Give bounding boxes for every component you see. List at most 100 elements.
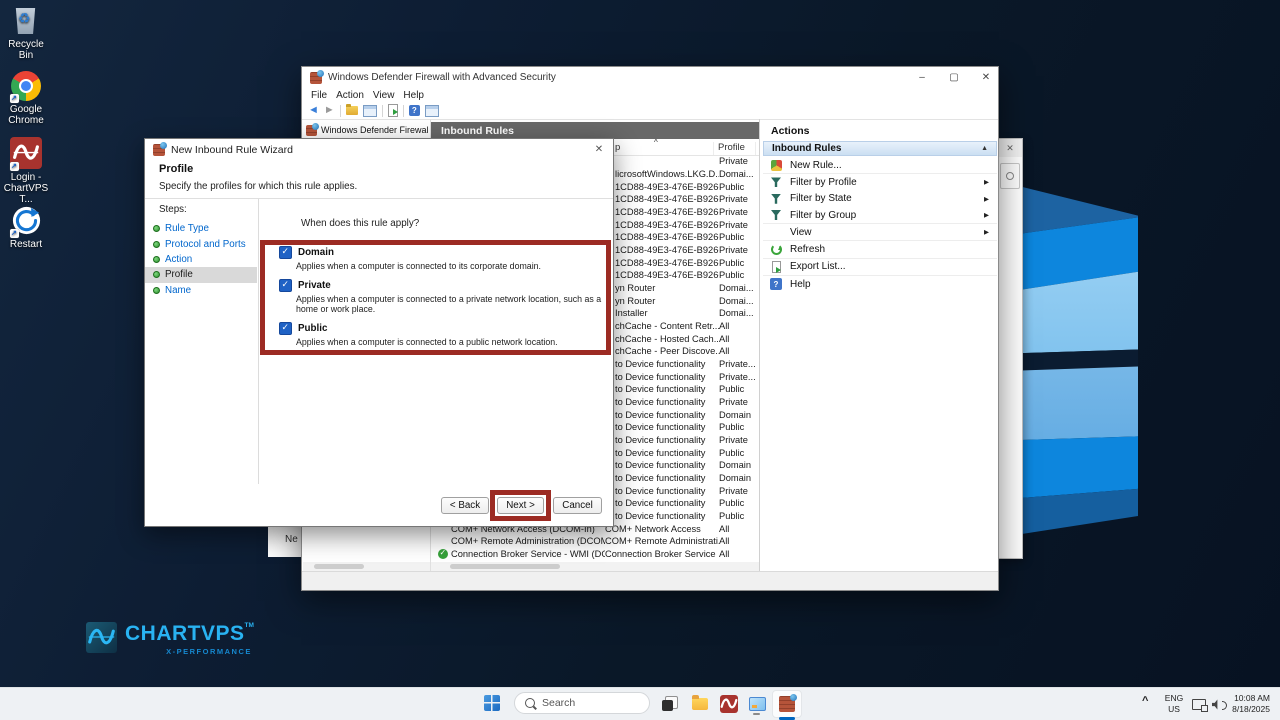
scrollbar-thumb[interactable]	[314, 564, 364, 569]
chartvps-taskbar-button[interactable]	[720, 695, 738, 713]
background-window-fragment: ✕	[997, 138, 1023, 559]
column-header-profile[interactable]: Profile	[718, 142, 745, 153]
back-button[interactable]: < Back	[441, 497, 489, 514]
table-row[interactable]: Connection Broker Service - WMI (DCO... …	[431, 548, 759, 561]
menu-item[interactable]: File	[311, 90, 327, 101]
desktop-icon-label: Google	[9, 104, 43, 115]
folder-up-icon[interactable]	[345, 104, 358, 115]
status-bar	[302, 571, 998, 590]
rule-group: to Device functionality	[615, 485, 706, 496]
column-header-group[interactable]: p	[615, 142, 620, 153]
close-icon[interactable]: ✕	[591, 142, 607, 157]
rule-profile: Domain	[719, 460, 752, 471]
wizard-step[interactable]: Rule Type	[145, 221, 257, 236]
help-icon[interactable]	[408, 105, 420, 116]
action-item-label: Refresh	[790, 244, 826, 256]
rule-profile: All	[719, 346, 730, 357]
action-item-label: Filter by State	[790, 193, 852, 205]
menu-item[interactable]: Help	[403, 90, 424, 101]
back-icon[interactable]: ◄	[308, 105, 319, 116]
table-row[interactable]: COM+ Remote Administration (DCOM-In) COM…	[431, 535, 759, 548]
export-list-icon[interactable]	[387, 104, 398, 117]
actions-bar-label: Inbound Rules	[772, 143, 842, 154]
action-item[interactable]: Refresh	[763, 240, 997, 257]
action-item[interactable]: Filter by State ▶	[763, 191, 997, 207]
scrollbar-thumb[interactable]	[450, 564, 560, 569]
rule-group: to Device functionality	[615, 371, 706, 382]
console-window-icon[interactable]	[424, 104, 439, 117]
monitor-app-button[interactable]	[749, 697, 766, 711]
action-item-label: New Rule...	[790, 159, 842, 171]
desktop-icon-recycle-bin[interactable]: Recycle Bin	[0, 6, 52, 61]
maximize-button[interactable]: ▢	[948, 72, 960, 83]
speaker-icon[interactable]	[1212, 699, 1218, 710]
firewall-app-icon	[779, 694, 797, 712]
toolbar-separator	[381, 104, 383, 117]
logo-tm: TM	[244, 622, 254, 629]
tree-item-firewall-root[interactable]: Windows Defender Firewall witl	[306, 122, 428, 138]
clock[interactable]: 10:08 AM 8/18/2025	[1232, 693, 1270, 715]
window-title: Windows Defender Firewall with Advanced …	[328, 72, 556, 83]
step-bullet-icon	[153, 225, 160, 233]
wizard-step[interactable]: Name	[145, 283, 257, 298]
dialog-title: New Inbound Rule Wizard	[171, 143, 293, 156]
close-button[interactable]: ✕	[980, 72, 992, 83]
firewall-taskbar-button[interactable]	[772, 690, 802, 718]
page-title: Profile	[159, 163, 194, 175]
step-label: Rule Type	[165, 223, 209, 235]
rule-group: 1CD88-49E3-476E-B926-...	[615, 245, 719, 256]
action-item[interactable]: Filter by Group ▶	[763, 207, 997, 223]
export-list-icon	[770, 261, 782, 273]
rule-profile: Private	[719, 207, 748, 218]
start-button[interactable]	[484, 695, 500, 711]
rule-group: chCache - Hosted Cach...	[615, 333, 719, 344]
action-item-label: Help	[790, 278, 811, 290]
collapse-arrow-icon[interactable]: ▲	[981, 145, 988, 152]
list-banner-label: Inbound Rules	[441, 124, 514, 137]
menu-item[interactable]: Action	[336, 90, 364, 101]
language-indicator[interactable]: ENG US	[1161, 693, 1187, 715]
rule-group: 1CD88-49E3-476E-B926-...	[615, 181, 719, 192]
console-tree-icon[interactable]	[362, 104, 377, 117]
wizard-step[interactable]: Protocol and Ports	[145, 236, 257, 251]
action-item-label: View	[790, 226, 812, 238]
running-indicator	[753, 713, 760, 715]
dialog-titlebar[interactable]: New Inbound Rule Wizard ✕	[145, 139, 613, 160]
submenu-arrow-icon: ▶	[984, 229, 989, 237]
fragment-button[interactable]	[1000, 163, 1020, 189]
rule-name: COM+ Remote Administration (DCOM-In)	[451, 536, 605, 547]
column-divider	[713, 142, 714, 155]
desktop-icon-google-chrome[interactable]: Google Chrome	[0, 71, 52, 126]
desktop-icon-restart[interactable]: Restart	[0, 206, 52, 250]
wizard-step[interactable]: Action	[145, 252, 257, 267]
search-placeholder: Search	[542, 697, 576, 709]
search-input[interactable]: Search	[514, 692, 650, 714]
action-item[interactable]: Help	[763, 275, 997, 292]
rule-group: 1CD88-49E3-476E-B926-...	[615, 257, 719, 268]
task-view-button[interactable]	[662, 696, 678, 711]
action-item[interactable]: View ▶	[763, 223, 997, 240]
wizard-step[interactable]: Profile	[145, 267, 257, 283]
question-text: When does this rule apply?	[301, 218, 420, 229]
file-explorer-button[interactable]	[692, 695, 708, 710]
desktop: Recycle Bin Google Chrome Login - ChartV…	[0, 0, 1280, 720]
rule-profile: Domai...	[719, 295, 754, 306]
help-icon	[770, 278, 782, 291]
tray-chevron-icon[interactable]: ^	[1142, 695, 1148, 707]
forward-icon[interactable]: ►	[324, 105, 335, 116]
menu-item[interactable]: View	[373, 90, 395, 101]
minimize-button[interactable]: –	[916, 72, 928, 83]
action-item[interactable]: Export List...	[763, 257, 997, 275]
desktop-icon-login-chartvps[interactable]: Login - ChartVPS T...	[0, 137, 52, 205]
chartvps-login-icon	[10, 137, 42, 171]
filter-icon	[770, 193, 782, 205]
fragment-close-icon[interactable]: ✕	[998, 139, 1022, 157]
action-item[interactable]: New Rule...	[763, 157, 997, 173]
cancel-button[interactable]: Cancel	[553, 497, 602, 514]
rule-profile: Public	[719, 422, 745, 433]
action-item[interactable]: Filter by Profile ▶	[763, 173, 997, 190]
filter-icon	[770, 176, 782, 188]
network-icon[interactable]	[1192, 699, 1208, 712]
actions-inbound-rules-bar[interactable]: Inbound Rules ▲	[763, 141, 997, 156]
window-titlebar[interactable]: Windows Defender Firewall with Advanced …	[302, 67, 998, 88]
